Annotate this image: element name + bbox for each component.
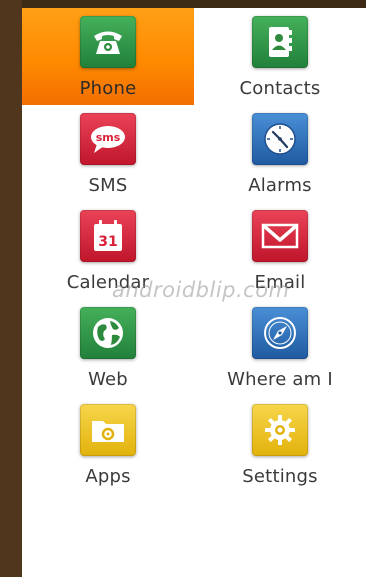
contacts-icon (252, 16, 308, 68)
folder-icon (80, 404, 136, 456)
calendar-icon: 31 (80, 210, 136, 262)
app-tile-apps[interactable]: Apps (22, 396, 194, 493)
app-label: Email (254, 272, 306, 293)
app-tile-contacts[interactable]: Contacts (194, 8, 366, 105)
app-tile-calendar[interactable]: 31 Calendar (22, 202, 194, 299)
top-border (0, 0, 366, 8)
app-tile-phone[interactable]: Phone (22, 8, 194, 105)
app-label: Alarms (248, 175, 312, 196)
app-tile-settings[interactable]: Settings (194, 396, 366, 493)
left-border (0, 0, 22, 577)
sms-icon: sms (80, 113, 136, 165)
launcher-panel: Phone Contacts sms SMS Alarms 31 Calenda… (22, 8, 366, 577)
app-tile-email[interactable]: Email (194, 202, 366, 299)
phone-icon (80, 16, 136, 68)
app-tile-alarms[interactable]: Alarms (194, 105, 366, 202)
app-label: Settings (242, 466, 318, 487)
app-label: Apps (85, 466, 131, 487)
calendar-icon-text: 31 (98, 234, 117, 250)
app-tile-where-am-i[interactable]: Where am I (194, 299, 366, 396)
compass-icon (252, 307, 308, 359)
globe-icon (80, 307, 136, 359)
gear-icon (252, 404, 308, 456)
app-label: SMS (88, 175, 128, 196)
alarm-clock-icon (252, 113, 308, 165)
app-label: Web (88, 369, 128, 390)
app-label: Contacts (239, 78, 321, 99)
app-tile-web[interactable]: Web (22, 299, 194, 396)
email-icon (252, 210, 308, 262)
app-label: Phone (79, 78, 137, 99)
app-tile-sms[interactable]: sms SMS (22, 105, 194, 202)
app-label: Calendar (66, 272, 150, 293)
sms-icon-text: sms (96, 131, 121, 144)
app-label: Where am I (227, 369, 333, 390)
